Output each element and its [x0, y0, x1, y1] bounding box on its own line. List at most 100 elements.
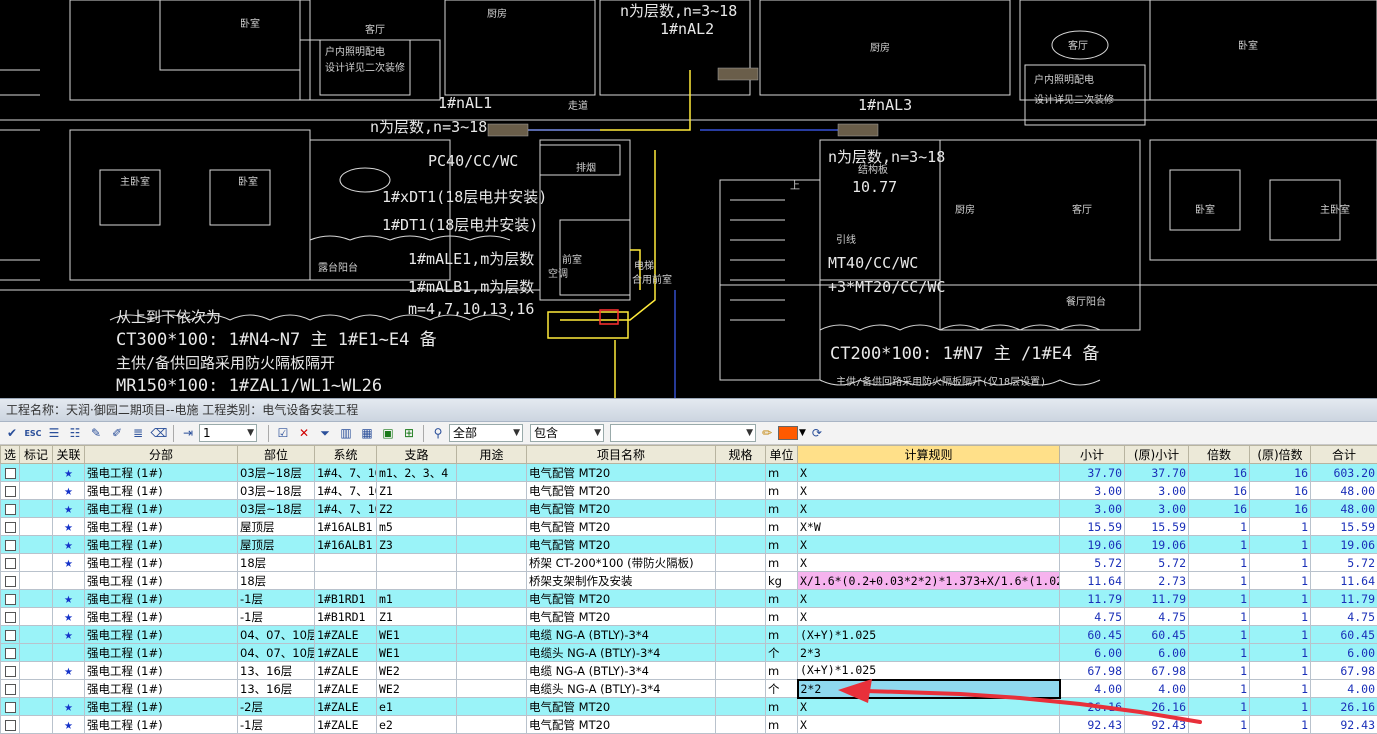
- list-check-icon[interactable]: ☷: [65, 424, 85, 442]
- cell-spec[interactable]: [716, 464, 766, 482]
- cell-orig-multiplier[interactable]: 1: [1250, 518, 1311, 536]
- cell-item-name[interactable]: 电气配管 MT20: [527, 518, 716, 536]
- cell-calc-rule[interactable]: X*W: [798, 518, 1060, 536]
- cell-calc-rule[interactable]: (X+Y)*1.025: [798, 626, 1060, 644]
- col-header-multiplier[interactable]: 倍数: [1189, 446, 1250, 464]
- cell-orig-subtotal[interactable]: 19.06: [1125, 536, 1189, 554]
- cell-calc-rule[interactable]: X: [798, 590, 1060, 608]
- cell-subtotal[interactable]: 92.43: [1060, 716, 1125, 734]
- select-cell[interactable]: [1, 698, 20, 716]
- cell-branch[interactable]: WE1: [377, 644, 457, 662]
- cell-calc-rule[interactable]: 2*2: [798, 680, 1060, 698]
- cell-branch[interactable]: [377, 572, 457, 590]
- row-checkbox[interactable]: [5, 702, 16, 713]
- cell-buwei[interactable]: 03层~18层: [238, 464, 315, 482]
- cell-unit[interactable]: m: [766, 662, 798, 680]
- cell-item-name[interactable]: 电气配管 MT20: [527, 716, 716, 734]
- cell-calc-rule[interactable]: 2*3: [798, 644, 1060, 662]
- cell-spec[interactable]: [716, 662, 766, 680]
- cell-calc-rule[interactable]: X: [798, 698, 1060, 716]
- col-header-buwei[interactable]: 部位: [238, 446, 315, 464]
- cell-subtotal[interactable]: 37.70: [1060, 464, 1125, 482]
- cell-fenbu[interactable]: 强电工程 (1#): [85, 554, 238, 572]
- cell-fenbu[interactable]: 强电工程 (1#): [85, 518, 238, 536]
- cell-usage[interactable]: [457, 608, 527, 626]
- link-cell[interactable]: ★: [53, 608, 85, 626]
- cell-unit[interactable]: m: [766, 698, 798, 716]
- cell-total[interactable]: 4.00: [1311, 680, 1377, 698]
- cell-usage[interactable]: [457, 590, 527, 608]
- cell-spec[interactable]: [716, 590, 766, 608]
- table-row[interactable]: ★强电工程 (1#)屋顶层1#16ALB1m5电气配管 MT20mX*W15.5…: [1, 518, 1377, 536]
- match-mode-dropdown[interactable]: 包含▼: [530, 424, 604, 442]
- calc-icon[interactable]: ▦: [357, 424, 377, 442]
- cell-subtotal[interactable]: 60.45: [1060, 626, 1125, 644]
- cell-orig-subtotal[interactable]: 11.79: [1125, 590, 1189, 608]
- cell-subtotal[interactable]: 6.00: [1060, 644, 1125, 662]
- cell-unit[interactable]: m: [766, 536, 798, 554]
- link-cell[interactable]: ★: [53, 482, 85, 500]
- table-row[interactable]: ★强电工程 (1#)18层桥架 CT-200*100 (带防火隔板)mX5.72…: [1, 554, 1377, 572]
- select-cell[interactable]: [1, 716, 20, 734]
- cell-multiplier[interactable]: 1: [1189, 716, 1250, 734]
- cell-multiplier[interactable]: 1: [1189, 554, 1250, 572]
- mark-cell[interactable]: [20, 608, 53, 626]
- cell-system[interactable]: 1#B1RD1: [315, 608, 377, 626]
- cell-orig-subtotal[interactable]: 2.73: [1125, 572, 1189, 590]
- row-checkbox[interactable]: [5, 468, 16, 479]
- col-header-usage[interactable]: 用途: [457, 446, 527, 464]
- col-header-link[interactable]: 关联: [53, 446, 85, 464]
- cell-calc-rule[interactable]: X: [798, 500, 1060, 518]
- cell-buwei[interactable]: -2层: [238, 698, 315, 716]
- cell-orig-subtotal[interactable]: 92.43: [1125, 716, 1189, 734]
- cell-branch[interactable]: e2: [377, 716, 457, 734]
- col-header-calc-rule[interactable]: 计算规则: [798, 446, 1060, 464]
- cell-branch[interactable]: [377, 554, 457, 572]
- cell-system[interactable]: 1#4、7、10: [315, 464, 377, 482]
- cell-item-name[interactable]: 电缆 NG-A (BTLY)-3*4: [527, 662, 716, 680]
- cell-orig-subtotal[interactable]: 6.00: [1125, 644, 1189, 662]
- col-header-orig-multiplier[interactable]: (原)倍数: [1250, 446, 1311, 464]
- cell-spec[interactable]: [716, 518, 766, 536]
- cell-branch[interactable]: m1、2、3、4: [377, 464, 457, 482]
- edit-icon[interactable]: ✎: [86, 424, 106, 442]
- select-cell[interactable]: [1, 680, 20, 698]
- table-row[interactable]: ★强电工程 (1#)03层~18层1#4、7、10m1、2、3、4电气配管 MT…: [1, 464, 1377, 482]
- cell-orig-subtotal[interactable]: 67.98: [1125, 662, 1189, 680]
- table-row[interactable]: ★强电工程 (1#)03层~18层1#4、7、10Z2电气配管 MT20mX3.…: [1, 500, 1377, 518]
- col-header-select[interactable]: 选: [1, 446, 20, 464]
- cell-system[interactable]: 1#16ALB1: [315, 536, 377, 554]
- select-cell[interactable]: [1, 644, 20, 662]
- cell-subtotal[interactable]: 11.64: [1060, 572, 1125, 590]
- cell-item-name[interactable]: 电气配管 MT20: [527, 590, 716, 608]
- row-checkbox[interactable]: [5, 522, 16, 533]
- cell-orig-multiplier[interactable]: 1: [1250, 680, 1311, 698]
- mark-cell[interactable]: [20, 554, 53, 572]
- cell-orig-subtotal[interactable]: 15.59: [1125, 518, 1189, 536]
- cell-item-name[interactable]: 桥架支架制作及安装: [527, 572, 716, 590]
- cell-usage[interactable]: [457, 482, 527, 500]
- cell-unit[interactable]: kg: [766, 572, 798, 590]
- row-checkbox[interactable]: [5, 486, 16, 497]
- cell-subtotal[interactable]: 19.06: [1060, 536, 1125, 554]
- link-cell[interactable]: [53, 644, 85, 662]
- row-checkbox[interactable]: [5, 594, 16, 605]
- cell-calc-rule[interactable]: X: [798, 716, 1060, 734]
- table-row[interactable]: 强电工程 (1#)18层桥架支架制作及安装kgX/1.6*(0.2+0.03*2…: [1, 572, 1377, 590]
- cell-unit[interactable]: m: [766, 464, 798, 482]
- cell-calc-rule[interactable]: X: [798, 482, 1060, 500]
- row-checkbox[interactable]: [5, 576, 16, 587]
- cell-spec[interactable]: [716, 608, 766, 626]
- cell-branch[interactable]: WE2: [377, 662, 457, 680]
- select-cell[interactable]: [1, 662, 20, 680]
- cell-total[interactable]: 92.43: [1311, 716, 1377, 734]
- cell-calc-rule[interactable]: X: [798, 464, 1060, 482]
- col-header-subtotal[interactable]: 小计: [1060, 446, 1125, 464]
- mark-cell[interactable]: [20, 716, 53, 734]
- excel-icon[interactable]: ▣: [378, 424, 398, 442]
- table-row[interactable]: ★强电工程 (1#)-1层1#ZALEe2电气配管 MT20mX92.4392.…: [1, 716, 1377, 734]
- cell-buwei[interactable]: 04、07、10层: [238, 644, 315, 662]
- cell-spec[interactable]: [716, 680, 766, 698]
- cell-unit[interactable]: m: [766, 500, 798, 518]
- col-header-mark[interactable]: 标记: [20, 446, 53, 464]
